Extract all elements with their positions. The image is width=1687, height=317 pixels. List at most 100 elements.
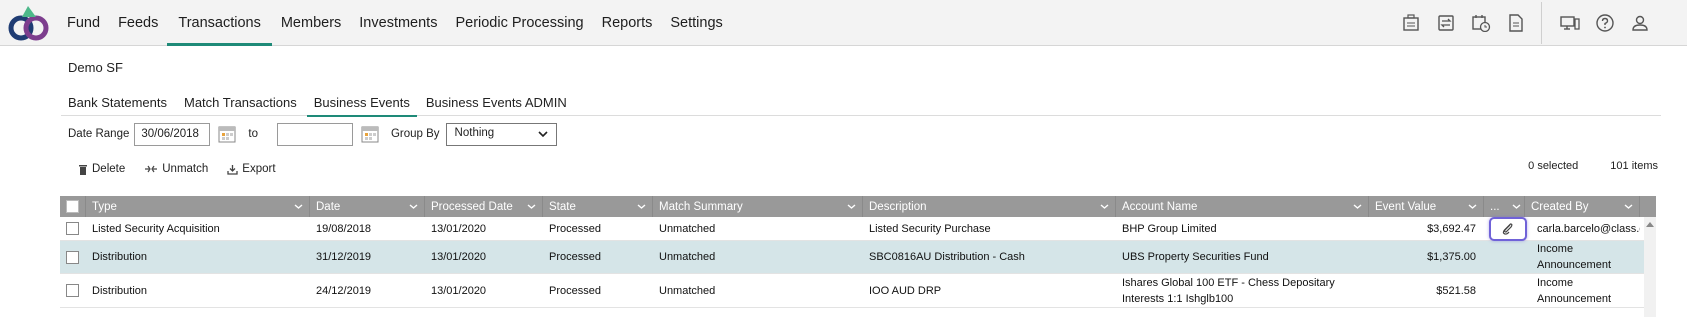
nav-periodic-processing[interactable]: Periodic Processing [446, 0, 592, 46]
item-count: 101 items [1610, 160, 1658, 172]
column-header-processed-date[interactable]: Processed Date [425, 196, 543, 217]
chevron-down-icon[interactable] [294, 200, 303, 212]
cell-state: Processed [549, 284, 601, 297]
trash-icon [79, 164, 87, 175]
tab-match-transactions[interactable]: Match Transactions [177, 91, 304, 116]
column-header-description[interactable]: Description [863, 196, 1116, 217]
app-logo[interactable] [8, 3, 52, 41]
column-label: Processed Date [431, 200, 513, 213]
cell-match-summary: Unmatched [659, 222, 716, 235]
cell-event-value: $1,375.00 [1427, 251, 1476, 263]
scroll-up-icon[interactable] [1646, 221, 1654, 227]
selected-count: 0 selected [1528, 160, 1579, 172]
nav-feeds[interactable]: Feeds [109, 0, 167, 46]
filter-bar: Date Range 30/06/2018 to Group By Nothin… [68, 122, 557, 146]
export-button[interactable]: Export [227, 163, 276, 175]
nav-settings[interactable]: Settings [661, 0, 731, 46]
chevron-down-icon[interactable] [409, 200, 418, 212]
cell-type: Distribution [92, 251, 148, 263]
grid-scrollbar[interactable] [1644, 217, 1656, 317]
column-header-account-name[interactable]: Account Name [1116, 196, 1369, 217]
select-all-checkbox[interactable] [66, 200, 79, 213]
chevron-down-icon[interactable] [1353, 200, 1362, 212]
paperclip-icon [1502, 222, 1512, 235]
column-label: ... [1490, 200, 1500, 213]
cell-processed-date: 13/01/2020 [431, 251, 487, 263]
unmatch-button[interactable]: Unmatch [144, 163, 208, 175]
row-checkbox[interactable] [66, 284, 79, 297]
subtab-bar: Bank Statements Match Transactions Busin… [61, 91, 1661, 117]
table-row[interactable]: Distribution 31/12/2019 13/01/2020 Proce… [60, 241, 1656, 274]
column-header-created-by[interactable]: Created By [1525, 196, 1640, 217]
cell-account-name: BHP Group Limited [1122, 222, 1217, 235]
tab-business-events-admin[interactable]: Business Events ADMIN [419, 91, 574, 116]
calendar-grid-icon[interactable] [1393, 0, 1428, 46]
group-by-select[interactable]: Nothing [445, 122, 557, 146]
chevron-down-icon[interactable] [637, 200, 646, 212]
column-header-attachments[interactable]: ... [1484, 196, 1525, 217]
column-label: Account Name [1122, 200, 1198, 213]
table-row[interactable]: Listed Security Acquisition 19/08/2018 1… [60, 216, 1656, 241]
nav-members[interactable]: Members [272, 0, 350, 46]
delete-button[interactable]: Delete [78, 163, 125, 175]
chevron-down-icon[interactable] [1468, 200, 1477, 212]
exchange-icon[interactable] [1428, 0, 1463, 46]
select-all-column [60, 196, 86, 217]
top-icon-bar [1393, 0, 1687, 46]
date-to-input[interactable] [276, 122, 353, 146]
cell-attachments [1484, 274, 1531, 307]
tab-bank-statements[interactable]: Bank Statements [61, 91, 174, 116]
nav-fund[interactable]: Fund [58, 0, 109, 46]
cell-created-by: Income Announcement [1537, 243, 1611, 271]
grid-header: Type Date Processed Date State Match Sum… [60, 196, 1656, 217]
cell-date: 24/12/2019 [316, 284, 372, 297]
cell-state: Processed [549, 251, 601, 263]
date-from-input[interactable]: 30/06/2018 [134, 122, 211, 146]
monitor-icon[interactable] [1552, 0, 1587, 46]
column-header-date[interactable]: Date [310, 196, 425, 217]
column-label: Type [92, 200, 117, 213]
main-nav: Fund Feeds Transactions Members Investme… [58, 0, 732, 46]
date-range-label: Date Range [68, 128, 130, 140]
calendar-icon[interactable] [218, 125, 236, 143]
report-icon[interactable] [1498, 0, 1533, 46]
chevron-down-icon [537, 130, 548, 137]
cell-processed-date: 13/01/2020 [431, 284, 487, 297]
cell-account-name: UBS Property Securities Fund [1122, 251, 1269, 263]
column-header-type[interactable]: Type [86, 196, 310, 217]
attach-button[interactable] [1488, 216, 1527, 241]
nav-transactions[interactable]: Transactions [167, 0, 273, 46]
cell-type: Listed Security Acquisition [92, 222, 220, 235]
chevron-down-icon[interactable] [1100, 200, 1109, 212]
column-header-match-summary[interactable]: Match Summary [653, 196, 863, 217]
calendar-clock-icon[interactable] [1463, 0, 1498, 46]
row-checkbox[interactable] [66, 222, 79, 235]
chevron-down-icon[interactable] [1624, 200, 1633, 212]
chevron-down-icon[interactable] [847, 200, 856, 212]
column-label: Match Summary [659, 200, 743, 213]
cell-date: 19/08/2018 [316, 222, 372, 235]
row-checkbox-cell [60, 241, 86, 273]
column-label: Created By [1531, 200, 1589, 213]
user-icon[interactable] [1622, 0, 1657, 46]
calendar-icon[interactable] [361, 125, 379, 143]
nav-reports[interactable]: Reports [593, 0, 662, 46]
chevron-down-icon[interactable] [1512, 200, 1521, 212]
column-header-state[interactable]: State [543, 196, 653, 217]
cell-processed-date: 13/01/2020 [431, 222, 487, 235]
row-checkbox[interactable] [66, 250, 79, 264]
chevron-down-icon[interactable] [527, 200, 536, 212]
nav-investments[interactable]: Investments [350, 0, 446, 46]
cell-date: 31/12/2019 [316, 251, 372, 263]
cell-description: IOO AUD DRP [869, 284, 942, 297]
cell-state: Processed [549, 222, 601, 235]
column-header-event-value[interactable]: Event Value [1369, 196, 1484, 217]
cell-match-summary: Unmatched [659, 284, 716, 297]
cell-event-value: $3,692.47 [1427, 222, 1476, 235]
delete-label: Delete [92, 163, 126, 175]
help-icon[interactable] [1587, 0, 1622, 46]
table-row[interactable]: Distribution 24/12/2019 13/01/2020 Proce… [60, 274, 1656, 308]
selection-counts: 0 selected 101 items [1496, 160, 1658, 172]
tab-business-events[interactable]: Business Events [306, 91, 417, 117]
unlink-icon [145, 165, 158, 173]
